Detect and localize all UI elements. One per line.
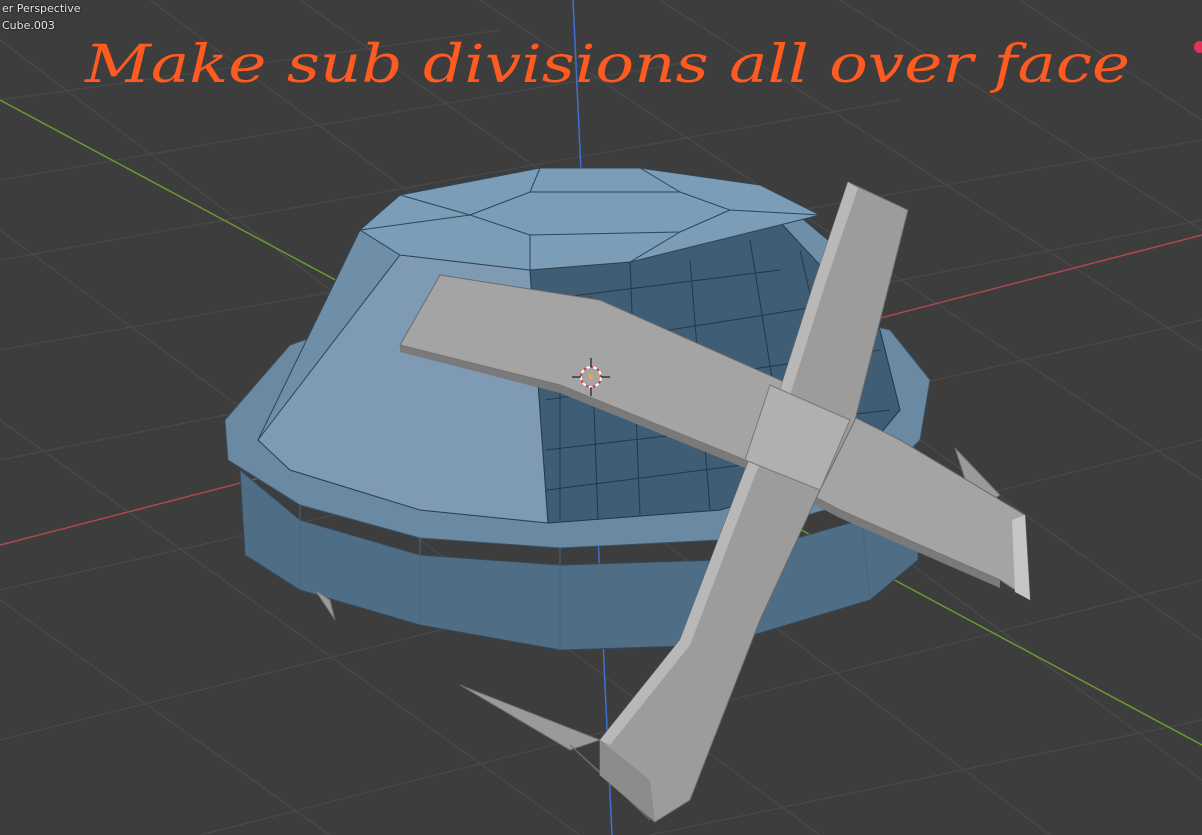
view-label: er Perspective (2, 2, 81, 15)
annotation-dot (1194, 41, 1202, 53)
scene-canvas[interactable]: Make sub divisions all over face (0, 0, 1202, 835)
handwritten-annotation: Make sub divisions all over face (84, 35, 1130, 95)
viewport-info-overlay: er Perspective Cube.003 (2, 0, 81, 34)
object-label: Cube.003 (2, 19, 55, 32)
3d-viewport[interactable]: Make sub divisions all over face er Pers… (0, 0, 1202, 835)
